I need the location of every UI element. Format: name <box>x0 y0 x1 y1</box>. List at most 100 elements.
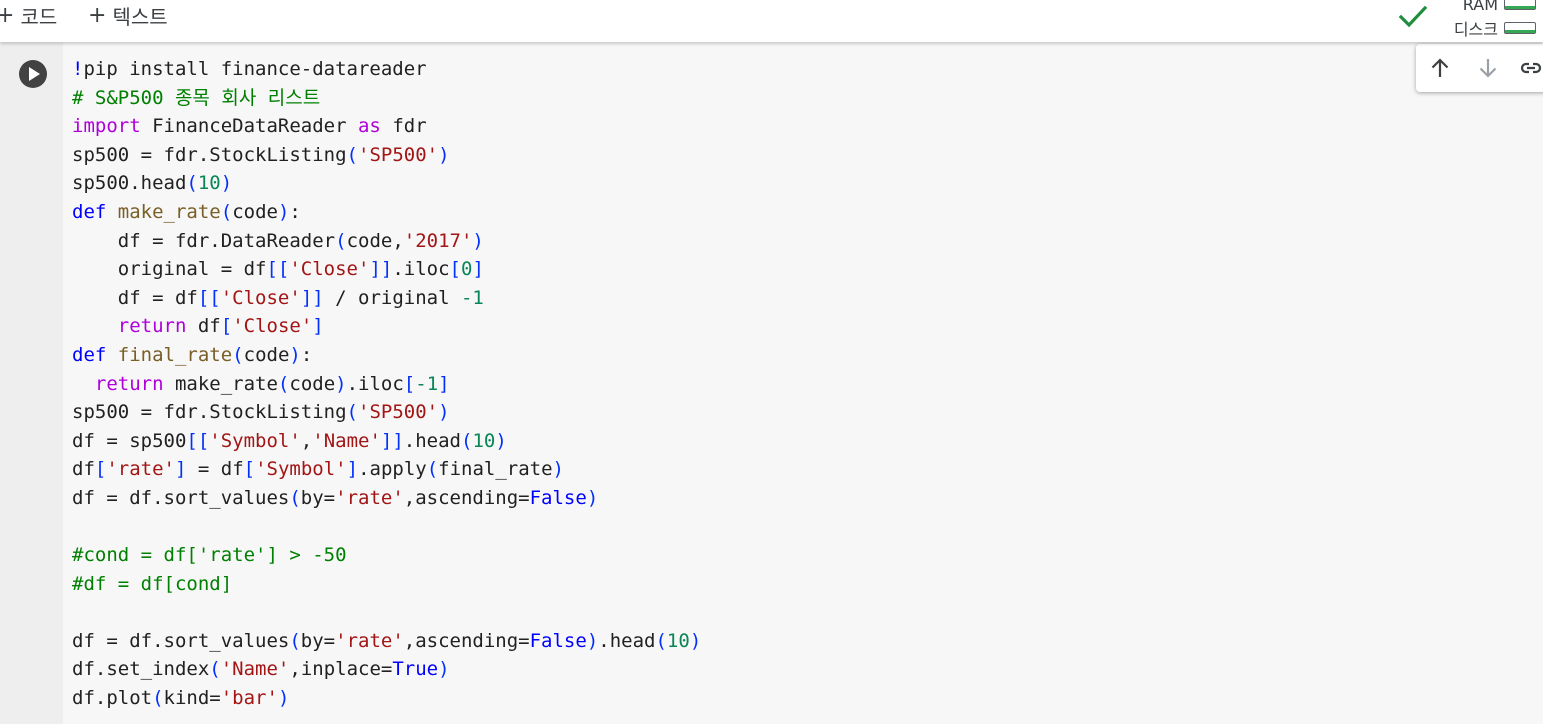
code-token: ) <box>586 629 599 652</box>
code-token: ] <box>438 372 450 395</box>
code-line[interactable]: df = df.sort_values(by='rate',ascending=… <box>72 484 701 513</box>
check-icon[interactable] <box>1398 4 1428 30</box>
add-text-button[interactable]: + 텍스트 <box>88 0 168 30</box>
code-token: ( <box>152 687 164 710</box>
code-line[interactable]: sp500 = fdr.StockListing('SP500') <box>72 141 701 170</box>
code-line[interactable]: df.plot(kind='bar') <box>72 684 701 713</box>
code-line[interactable]: df.set_index('Name',inplace=True) <box>72 655 701 684</box>
code-token: return <box>94 372 164 395</box>
code-line[interactable]: def make_rate(code): <box>72 198 701 227</box>
arrow-up-icon[interactable] <box>1428 56 1452 80</box>
code-line[interactable]: df = df[['Close']] / original -1 <box>72 284 701 313</box>
code-line[interactable] <box>72 513 701 542</box>
disk-usage: 디스크 <box>1454 18 1543 39</box>
ram-usage: RAM <box>1463 0 1543 14</box>
play-icon <box>29 67 40 81</box>
code-token: , <box>300 429 313 452</box>
code-line[interactable]: return df['Close'] <box>72 312 701 341</box>
code-cell[interactable]: !pip install finance-datareader # S&P500 … <box>0 42 1543 724</box>
code-token: df = df.sort_values <box>72 486 290 509</box>
code-token: df.plot <box>72 687 153 710</box>
plus-icon: + <box>88 2 107 28</box>
ram-usage-bar <box>1504 0 1536 10</box>
code-token: '2017' <box>403 229 473 252</box>
code-editor[interactable]: !pip install finance-datareader # S&P500 … <box>63 42 1543 724</box>
code-token: ) <box>552 458 564 481</box>
code-token: final_rate <box>438 458 553 481</box>
code-token: by= <box>300 486 336 509</box>
code-token: ) <box>289 343 301 366</box>
code-line[interactable]: !pip install finance-datareader <box>72 55 701 84</box>
code-token: ] <box>346 458 359 481</box>
disk-usage-bar <box>1504 22 1536 34</box>
code-token: .head <box>598 629 656 652</box>
code-token: ] <box>472 258 484 281</box>
code-token: code <box>232 200 278 223</box>
code-line[interactable]: #df = df[cond] <box>72 570 701 599</box>
code-token: df = fdr.DataReader <box>72 229 336 252</box>
code-line[interactable]: df = df.sort_values(by='rate',ascending=… <box>72 627 701 656</box>
code-token: 'rate' <box>335 486 404 509</box>
code-token: [[ <box>186 429 210 452</box>
code-line[interactable]: sp500 = fdr.StockListing('SP500') <box>72 398 701 427</box>
code-token: ) <box>438 401 450 424</box>
code-token: make_rate <box>163 372 278 395</box>
code-token: 'Close' <box>232 315 313 338</box>
code-token: FinanceDataReader <box>140 115 358 138</box>
code-token: [ <box>403 372 416 395</box>
code-token: False <box>529 629 587 652</box>
code-token: .apply <box>358 458 427 481</box>
code-line[interactable]: import FinanceDataReader as fdr <box>72 112 701 141</box>
code-line[interactable]: sp500.head(10) <box>72 169 701 198</box>
code-token: .iloc <box>346 372 404 395</box>
code-token: 'Close' <box>220 286 301 309</box>
code-token: 'rate' <box>106 458 175 481</box>
run-cell-button[interactable] <box>19 60 47 88</box>
code-token: code, <box>346 229 404 252</box>
code-token: ( <box>460 429 473 452</box>
code-line[interactable]: original = df[['Close']].iloc[0] <box>72 255 701 284</box>
code-token: df <box>186 315 221 338</box>
code-token: / original <box>323 286 461 309</box>
code-token: ] <box>312 315 324 338</box>
code-token: sp500 = fdr.StockListing <box>72 401 347 424</box>
code-token: 'Symbol' <box>255 458 347 481</box>
code-token: df = df.sort_values <box>72 629 290 652</box>
code-token: [ <box>220 315 233 338</box>
code-line[interactable]: df['rate'] = df['Symbol'].apply(final_ra… <box>72 455 701 484</box>
arrow-down-icon[interactable] <box>1476 56 1500 80</box>
add-code-button[interactable]: + 코드 <box>0 0 57 30</box>
resource-monitor[interactable]: RAM 디스크 <box>1446 0 1543 40</box>
code-token: ( <box>277 372 290 395</box>
code-token: ( <box>426 458 439 481</box>
code-token: final_rate <box>117 343 233 366</box>
code-token: sp500.head <box>72 172 187 195</box>
link-icon[interactable] <box>1519 56 1543 80</box>
code-line[interactable]: # S&P500 종목 회사 리스트 <box>72 84 701 113</box>
code-token: ,ascending= <box>403 629 530 652</box>
code-token: ( <box>232 343 244 366</box>
code-token: ) <box>586 486 599 509</box>
code-token: #cond = df['rate'] > -50 <box>72 544 347 567</box>
code-line[interactable]: def final_rate(code): <box>72 341 701 370</box>
code-token: ) <box>438 658 450 681</box>
code-token: [[ <box>197 286 221 309</box>
code-line[interactable]: return make_rate(code).iloc[-1] <box>72 370 701 399</box>
code-token: ) <box>438 143 450 166</box>
code-text[interactable]: !pip install finance-datareader # S&P500 … <box>72 55 701 713</box>
code-token: 10 <box>472 429 496 452</box>
code-token: # S&P500 종목 회사 리스트 <box>72 86 321 109</box>
code-token: True <box>392 658 439 681</box>
code-line[interactable]: #cond = df['rate'] > -50 <box>72 541 701 570</box>
code-line[interactable] <box>72 598 701 627</box>
code-token: ) <box>335 372 347 395</box>
code-token: by= <box>300 629 336 652</box>
code-token: ( <box>289 486 301 509</box>
code-token: 'Name' <box>312 429 381 452</box>
code-line[interactable]: df = sp500[['Symbol','Name']].head(10) <box>72 427 701 456</box>
code-token: -1 <box>415 372 439 395</box>
code-token: .iloc <box>392 258 450 281</box>
code-line[interactable]: df = fdr.DataReader(code,'2017') <box>72 227 701 256</box>
